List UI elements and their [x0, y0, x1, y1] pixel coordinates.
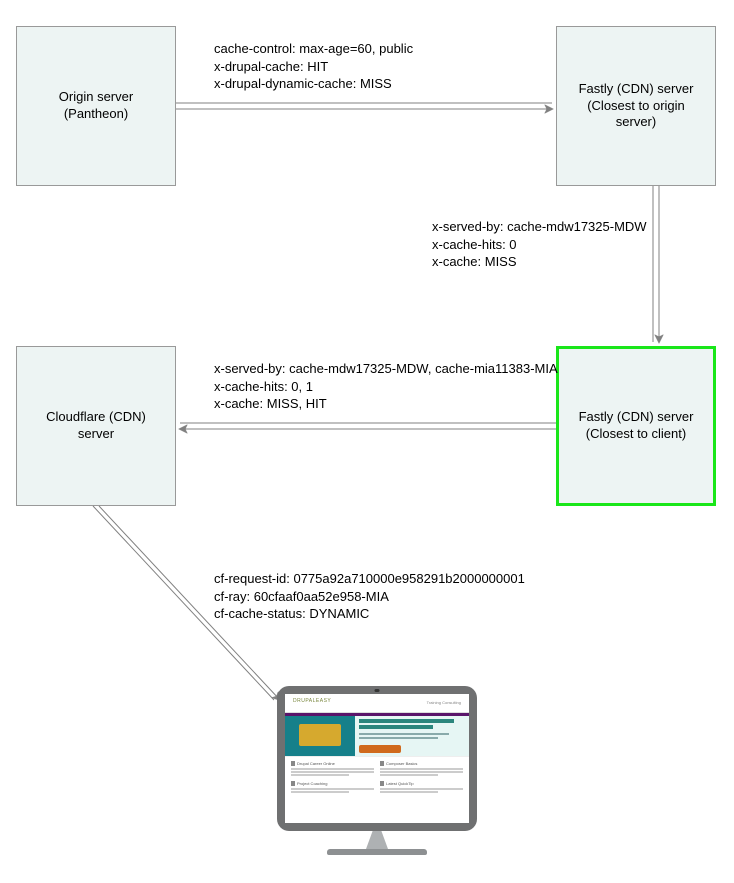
cloudflare-sub: server: [78, 426, 114, 441]
site-columns-row2: Project Coaching Latest QuickTip: [285, 781, 469, 798]
site-columns-row1: Drupal Career Online Composer Basics: [285, 757, 469, 781]
fastly-origin-node: Fastly (CDN) server (Closest to origin s…: [556, 26, 716, 186]
cloudflare-node: Cloudflare (CDN) server: [16, 346, 176, 506]
hdr-cf-cache-status: cf-cache-status: DYNAMIC: [214, 606, 369, 621]
fastly-client-node: Fastly (CDN) server (Closest to client): [556, 346, 716, 506]
site-nav: Training Consulting: [427, 700, 461, 705]
cloudflare-title: Cloudflare (CDN): [46, 409, 146, 424]
hdr-x-cache-2: x-cache: MISS, HIT: [214, 396, 327, 411]
origin-server-title: Origin server: [59, 89, 133, 104]
fastly-client-sub: (Closest to client): [586, 426, 686, 441]
hdr-x-drupal-cache: x-drupal-cache: HIT: [214, 59, 328, 74]
hdr-x-served-by-2: x-served-by: cache-mdw17325-MDW, cache-m…: [214, 361, 558, 376]
monitor-frame: DRUPALEASY Training Consulting Drupal Ca…: [277, 686, 477, 831]
origin-server-node: Origin server (Pantheon): [16, 26, 176, 186]
site-hero: [285, 716, 469, 757]
hero-text: [355, 716, 469, 756]
col-1: Drupal Career Online: [291, 761, 374, 777]
site-topbar: DRUPALEASY Training Consulting: [285, 694, 469, 713]
hdr-x-cache-hits-1: x-cache-hits: 0: [432, 237, 517, 252]
col-2-title: Composer Basics: [380, 761, 463, 766]
fastly-origin-title: Fastly (CDN) server: [579, 81, 694, 96]
col-3: Project Coaching: [291, 781, 374, 794]
client-monitor: DRUPALEASY Training Consulting Drupal Ca…: [277, 686, 477, 855]
hdr-x-cache-1: x-cache: MISS: [432, 254, 517, 269]
hdr-x-served-by-1: x-served-by: cache-mdw17325-MDW: [432, 219, 647, 234]
monitor-stand-neck: [366, 831, 388, 849]
fastly-origin-sub2: server): [616, 114, 656, 129]
hdr-cf-request-id: cf-request-id: 0775a92a710000e958291b200…: [214, 571, 525, 586]
hero-graphic: [285, 716, 355, 756]
edge-fastly-down-label: x-served-by: cache-mdw17325-MDW x-cache-…: [432, 218, 647, 271]
fastly-client-title: Fastly (CDN) server: [579, 409, 694, 424]
edge-fastly-to-cf-label: x-served-by: cache-mdw17325-MDW, cache-m…: [214, 360, 558, 413]
fastly-origin-sub1: (Closest to origin: [587, 98, 685, 113]
col-4: Latest QuickTip: [380, 781, 463, 794]
col-3-title: Project Coaching: [291, 781, 374, 786]
origin-server-sub: (Pantheon): [64, 106, 128, 121]
hero-cta-button: [359, 745, 401, 753]
hdr-x-drupal-dynamic-cache: x-drupal-dynamic-cache: MISS: [214, 76, 392, 91]
col-4-title: Latest QuickTip: [380, 781, 463, 786]
edge-origin-to-fastly-label: cache-control: max-age=60, public x-drup…: [214, 40, 413, 93]
monitor-stand-base: [327, 849, 427, 855]
hdr-x-cache-hits-2: x-cache-hits: 0, 1: [214, 379, 313, 394]
hdr-cf-ray: cf-ray: 60cfaaf0aa52e958-MIA: [214, 589, 389, 604]
monitor-camera-icon: [375, 689, 380, 692]
hdr-cache-control: cache-control: max-age=60, public: [214, 41, 413, 56]
col-2: Composer Basics: [380, 761, 463, 777]
monitor-screen: DRUPALEASY Training Consulting Drupal Ca…: [285, 694, 469, 823]
edge-cf-to-client-label: cf-request-id: 0775a92a710000e958291b200…: [214, 570, 525, 623]
site-brand: DRUPALEASY: [293, 698, 331, 704]
col-1-title: Drupal Career Online: [291, 761, 374, 766]
